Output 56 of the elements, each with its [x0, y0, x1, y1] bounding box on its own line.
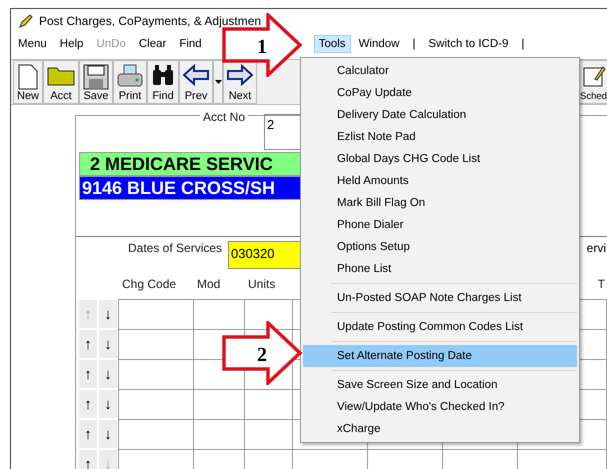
move-down-button[interactable]: ↓ — [98, 299, 118, 329]
pencil-icon — [19, 14, 33, 28]
menu-item[interactable]: Set Alternate Posting Date — [303, 345, 577, 367]
toolbar-button[interactable]: Print — [113, 60, 148, 104]
menu-item[interactable]: Options Setup — [303, 236, 577, 258]
field-label: Acct No — [200, 110, 248, 124]
column-header: T — [598, 277, 606, 293]
move-down-button[interactable]: ↓ — [98, 389, 118, 419]
toolbar-button[interactable]: Save — [79, 60, 114, 104]
callout-arrow: 2 — [222, 321, 303, 385]
window-title: Post Charges, CoPayments, & Adjustmen — [39, 14, 262, 28]
binoculars-icon — [151, 64, 176, 86]
menu-item[interactable]: Un-Posted SOAP Note Charges List — [303, 287, 577, 309]
menu-item[interactable]: Clear — [134, 35, 172, 53]
menu-item[interactable]: Window — [354, 35, 404, 53]
toolbar-button[interactable]: Prev — [179, 60, 214, 104]
column-header: Units — [248, 277, 276, 293]
dropdown-button[interactable] — [213, 60, 224, 104]
column-header: Mod — [197, 277, 222, 293]
move-up-button[interactable]: ↑ — [78, 329, 98, 359]
page-icon — [18, 64, 38, 90]
menu-item[interactable]: Find — [174, 35, 207, 53]
caret-icon — [214, 80, 222, 84]
menu-item[interactable]: Help — [54, 35, 88, 53]
right-arrow-icon — [227, 64, 254, 86]
menu-item[interactable]: Switch to ICD-9 — [423, 35, 514, 53]
menu-item[interactable]: | — [407, 35, 420, 53]
menu-item[interactable]: Tools — [314, 35, 351, 53]
menu-item[interactable]: xCharge — [303, 418, 577, 440]
toolbar-button[interactable]: Next — [223, 60, 258, 104]
menu-item[interactable]: Calculator — [303, 60, 577, 82]
menu-item[interactable]: Phone Dialer — [303, 214, 577, 236]
toolbar-button[interactable]: Acct — [43, 60, 80, 104]
menu-item[interactable]: Menu — [13, 35, 52, 53]
floppy-icon — [83, 64, 110, 90]
menu-item[interactable]: View/Update Who's Checked In? — [303, 396, 577, 418]
move-up-button[interactable]: ↑ — [78, 389, 98, 419]
toolbar-button[interactable]: Find — [147, 60, 180, 104]
notepad-icon — [582, 64, 606, 88]
field-label: Dates of Services — [128, 241, 222, 255]
move-up-button[interactable]: ↑ — [78, 449, 98, 469]
move-up-button[interactable]: ↑ — [78, 359, 98, 389]
column-header: Chg Code — [122, 277, 178, 293]
move-down-button[interactable]: ↓ — [98, 419, 118, 449]
toolbar-button[interactable]: New — [13, 60, 44, 104]
toolbar-button[interactable]: Sched — [579, 60, 607, 104]
move-down-button[interactable]: ↓ — [98, 359, 118, 389]
menu-item[interactable]: CoPay Update — [303, 82, 577, 104]
field-label: ervi — [586, 241, 607, 255]
move-down-button[interactable]: ↓ — [98, 329, 118, 359]
menu-item[interactable]: | — [516, 35, 530, 53]
menu-item[interactable]: Phone List — [303, 258, 577, 280]
move-up-button[interactable]: ↑ — [78, 419, 98, 449]
menu-item[interactable]: Save Screen Size and Location — [303, 374, 577, 396]
left-arrow-icon — [183, 64, 210, 86]
menu-item[interactable]: Update Posting Common Codes List — [303, 316, 577, 338]
